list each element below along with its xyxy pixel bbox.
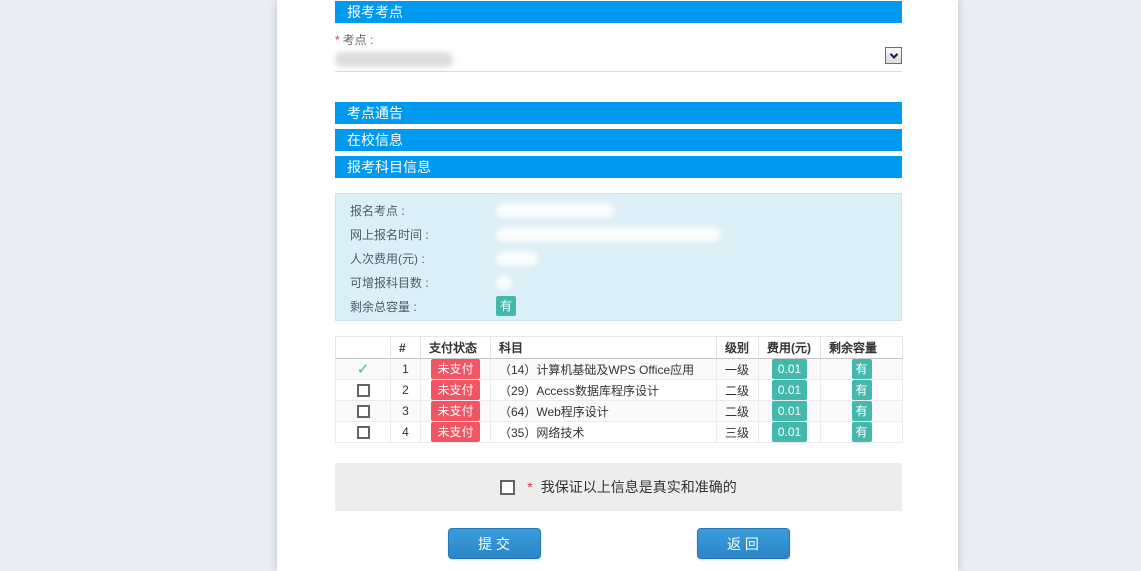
fee-cell: 0.01	[759, 359, 821, 380]
info-row-label: 报名考点 :	[350, 202, 496, 219]
info-row: 可增报科目数 :	[350, 270, 887, 294]
exam-site-select[interactable]	[335, 52, 902, 72]
capacity-badge: 有	[496, 296, 516, 316]
fee-badge: 0.01	[772, 359, 807, 379]
section-bar-site-notice[interactable]: 考点通告	[335, 102, 902, 124]
fee-badge: 0.01	[772, 401, 807, 421]
section-bar-label: 在校信息	[347, 132, 403, 148]
redacted-value	[496, 251, 538, 266]
subject-checkbox[interactable]	[357, 426, 370, 439]
status-badge: 未支付	[431, 401, 479, 421]
select-cell	[336, 422, 391, 443]
registration-info-panel: 报名考点 : 网上报名时间 : 人次费用(元) : 可增报科目数 : 剩余总容量 :有	[335, 193, 902, 321]
section-header-exam-site: 报考考点	[335, 1, 902, 23]
section-title: 报考考点	[347, 4, 403, 20]
table-row: 3 未支付 （64）Web程序设计二级 0.01 有	[336, 401, 903, 422]
section-bar-label: 考点通告	[347, 105, 403, 121]
dropdown-arrow-button[interactable]	[885, 47, 902, 64]
exam-site-field: *考点 :	[335, 31, 902, 72]
column-header: 级别	[717, 337, 759, 359]
capacity-badge: 有	[852, 422, 872, 442]
status-cell: 未支付	[421, 401, 491, 422]
confirm-checkbox[interactable]	[500, 480, 515, 495]
required-asterisk: *	[527, 479, 532, 495]
fee-badge: 0.01	[772, 422, 807, 442]
capacity-badge: 有	[852, 359, 872, 379]
info-row-label: 剩余总容量 :	[350, 298, 496, 315]
submit-button[interactable]: 提 交	[448, 528, 541, 559]
subject-checkbox[interactable]	[357, 405, 370, 418]
info-row: 剩余总容量 :有	[350, 294, 887, 318]
redacted-exam-site-value	[335, 52, 453, 67]
exam-site-field-label: 考点 :	[343, 33, 374, 47]
back-button[interactable]: 返 回	[697, 528, 790, 559]
subject-cell: （14）计算机基础及WPS Office应用	[491, 359, 717, 380]
index-cell: 3	[391, 401, 421, 422]
status-badge: 未支付	[431, 422, 479, 442]
capacity-cell: 有	[821, 422, 903, 443]
index-cell: 4	[391, 422, 421, 443]
selected-checkmark-icon: ✓	[357, 361, 370, 378]
index-cell: 2	[391, 380, 421, 401]
chevron-down-icon	[889, 50, 897, 58]
redacted-value	[496, 275, 512, 290]
fee-cell: 0.01	[759, 422, 821, 443]
subject-cell: （29）Access数据库程序设计	[491, 380, 717, 401]
info-row-label: 人次费用(元) :	[350, 250, 496, 267]
subjects-table: #支付状态科目级别费用(元)剩余容量 ✓ 1 未支付 （14）计算机基础及WPS Of…	[335, 336, 903, 443]
capacity-cell: 有	[821, 401, 903, 422]
column-header: #	[391, 337, 421, 359]
capacity-cell: 有	[821, 380, 903, 401]
fee-cell: 0.01	[759, 401, 821, 422]
table-row: ✓ 1 未支付 （14）计算机基础及WPS Office应用一级 0.01 有	[336, 359, 903, 380]
main-content-panel: 报考考点 *考点 : 考点通告 在校信息 报考科目信息 报名考点 :网上报名时间…	[277, 0, 958, 571]
confirm-bar: * 我保证以上信息是真实和准确的	[335, 463, 902, 511]
fee-cell: 0.01	[759, 380, 821, 401]
capacity-badge: 有	[852, 380, 872, 400]
status-badge: 未支付	[431, 380, 479, 400]
column-header: 科目	[491, 337, 717, 359]
redacted-value	[496, 203, 614, 218]
info-row-label: 网上报名时间 :	[350, 226, 496, 243]
column-header: 费用(元)	[759, 337, 821, 359]
level-cell: 二级	[717, 380, 759, 401]
info-row: 报名考点 :	[350, 198, 887, 222]
section-bar-label: 报考科目信息	[347, 159, 431, 175]
select-cell: ✓	[336, 359, 391, 380]
redacted-value	[496, 227, 721, 242]
level-cell: 三级	[717, 422, 759, 443]
column-header: 剩余容量	[821, 337, 903, 359]
table-row: 4 未支付 （35）网络技术三级 0.01 有	[336, 422, 903, 443]
status-cell: 未支付	[421, 422, 491, 443]
column-header: 支付状态	[421, 337, 491, 359]
select-cell	[336, 380, 391, 401]
section-bar-school-info[interactable]: 在校信息	[335, 129, 902, 151]
confirm-statement: 我保证以上信息是真实和准确的	[541, 477, 737, 497]
table-header-row: #支付状态科目级别费用(元)剩余容量	[336, 337, 903, 359]
status-cell: 未支付	[421, 359, 491, 380]
index-cell: 1	[391, 359, 421, 380]
section-bar-subject-info[interactable]: 报考科目信息	[335, 156, 902, 178]
info-row: 网上报名时间 :	[350, 222, 887, 246]
level-cell: 二级	[717, 401, 759, 422]
status-badge: 未支付	[431, 359, 479, 379]
info-row: 人次费用(元) :	[350, 246, 887, 270]
capacity-badge: 有	[852, 401, 872, 421]
capacity-cell: 有	[821, 359, 903, 380]
select-cell	[336, 401, 391, 422]
table-row: 2 未支付 （29）Access数据库程序设计二级 0.01 有	[336, 380, 903, 401]
fee-badge: 0.01	[772, 380, 807, 400]
subject-cell: （64）Web程序设计	[491, 401, 717, 422]
column-header	[336, 337, 391, 359]
subject-cell: （35）网络技术	[491, 422, 717, 443]
required-asterisk: *	[335, 33, 340, 47]
info-row-label: 可增报科目数 :	[350, 274, 496, 291]
subject-checkbox[interactable]	[357, 384, 370, 397]
level-cell: 一级	[717, 359, 759, 380]
status-cell: 未支付	[421, 380, 491, 401]
